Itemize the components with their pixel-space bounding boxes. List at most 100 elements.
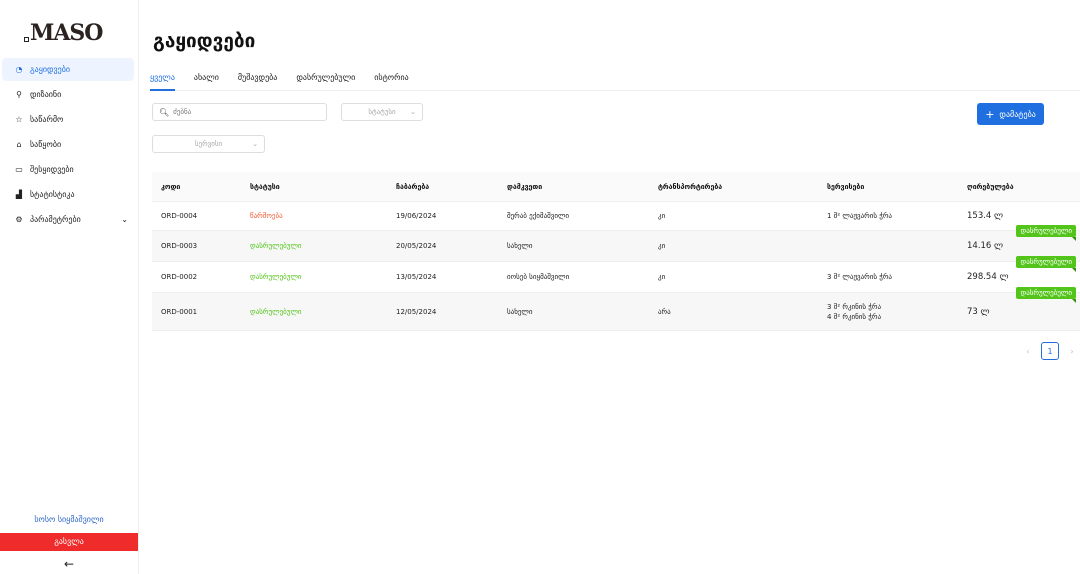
service-line: 1 მ² ლაჟვარის ჭრა <box>827 212 892 220</box>
order-transport: კი <box>658 273 666 281</box>
sidebar-item-purchases[interactable]: ▭ შესყიდვები <box>2 158 134 181</box>
col-header-transport[interactable]: ტრანსპორტირება <box>649 183 818 191</box>
order-code: ORD-0004 <box>161 212 198 220</box>
order-code: ORD-0003 <box>161 242 198 250</box>
order-status: დასრულებული <box>250 242 302 250</box>
order-customer: სახელი <box>507 307 533 316</box>
sidebar: MASO ◔ გაყიდვები ⚲ დიზაინი ☆ საწარმო ⌂ საწყობი ▭… <box>0 0 139 574</box>
col-header-delivery[interactable]: ჩაბარება <box>387 183 498 191</box>
sidebar-item-settings[interactable]: ⚙ პარამეტრები ⌄ <box>2 208 134 231</box>
pin-icon: ⚲ <box>16 90 22 99</box>
wallet-icon: ▭ <box>15 165 23 174</box>
chevron-down-icon: ⌄ <box>410 108 416 116</box>
add-order-button[interactable]: + დამატება <box>977 103 1044 125</box>
tab-history[interactable]: ისტორია <box>374 69 408 91</box>
brand-logo[interactable]: MASO <box>24 18 103 46</box>
page-title: გაყიდვები <box>153 30 256 52</box>
tab-new[interactable]: ახალი <box>194 69 219 91</box>
plus-icon: + <box>985 107 995 121</box>
sidebar-item-label: საწყობი <box>30 140 62 149</box>
sidebar-item-label: შესყიდვები <box>30 165 74 174</box>
order-transport: კი <box>658 212 666 220</box>
sidebar-item-label: გაყიდვები <box>30 65 70 74</box>
prev-page-icon[interactable]: ‹ <box>1019 347 1037 356</box>
sidebar-item-statistics[interactable]: ▟ სტატისტიკა <box>2 183 134 206</box>
sidebar-item-sales[interactable]: ◔ გაყიდვები <box>2 58 134 81</box>
order-code: ORD-0002 <box>161 273 198 281</box>
sidebar-item-label: დიზაინი <box>30 90 62 99</box>
status-ribbon: დასრულებული <box>1016 287 1076 303</box>
order-price: 14.16 ლ <box>967 241 1004 251</box>
chevron-down-icon: ⌄ <box>252 140 258 148</box>
sidebar-item-label: საწარმო <box>30 115 64 124</box>
order-services: 3 მ² ლაჟვარის ჭრა <box>818 272 958 282</box>
page-number[interactable]: 1 <box>1041 342 1059 360</box>
table-header: კოდი სტატუსი ჩაბარება დამკვეთი ტრანსპორტ… <box>152 172 1080 202</box>
tab-bar: ყველა ახალი მუშავდება დასრულებული ისტორია <box>150 69 1080 91</box>
order-delivery-date: 13/05/2024 <box>396 273 437 281</box>
tab-all[interactable]: ყველა <box>150 69 175 91</box>
col-header-status[interactable]: სტატუსი <box>241 183 387 191</box>
order-customer: შერაბ ექიმაშვილი <box>507 212 570 220</box>
next-page-icon[interactable]: › <box>1063 347 1080 356</box>
bar-chart-icon: ▟ <box>15 190 23 199</box>
order-transport: კი <box>658 242 666 250</box>
order-price: 153.4 ლ <box>967 211 1004 221</box>
order-services: 3 მ² რკინის ჭრა 4 მ² რკინის ჭრა <box>818 302 958 322</box>
order-customer: იოსებ სიყმაშვილი <box>507 273 570 281</box>
logo-mark <box>24 37 29 42</box>
sidebar-item-design[interactable]: ⚲ დიზაინი <box>2 83 134 106</box>
pagination: ‹ 1 › <box>1019 342 1080 360</box>
status-ribbon: დასრულებული <box>1016 225 1076 241</box>
main-content: გაყიდვები ყველა ახალი მუშავდება დასრულებული… <box>139 0 1080 574</box>
table-body: ORD-0004 წარმოება 19/06/2024 შერაბ ექიმაშვი… <box>152 202 1080 331</box>
collapse-sidebar-icon[interactable]: ← <box>0 557 138 571</box>
services-select[interactable]: სერვისი ⌄ <box>152 135 265 153</box>
status-select-placeholder: სტატუსი <box>368 108 396 116</box>
order-transport: არა <box>658 307 671 316</box>
search-box[interactable]: 🔍︎ <box>152 103 327 121</box>
table-row[interactable]: ORD-0002 დასრულებული 13/05/2024 იოსებ სიყმა… <box>152 256 1080 293</box>
tab-completed[interactable]: დასრულებული <box>296 69 355 91</box>
order-delivery-date: 12/05/2024 <box>396 307 437 316</box>
sidebar-nav: ◔ გაყიდვები ⚲ დიზაინი ☆ საწარმო ⌂ საწყობი ▭ შესყი… <box>0 58 138 233</box>
service-line: 3 მ² რკინის ჭრა <box>827 302 882 311</box>
star-icon: ☆ <box>15 115 23 124</box>
search-input[interactable] <box>173 108 314 116</box>
gear-icon: ⚙ <box>15 215 23 224</box>
col-header-code[interactable]: კოდი <box>152 183 241 191</box>
sidebar-item-label: სტატისტიკა <box>30 190 75 199</box>
pie-chart-icon: ◔ <box>15 65 23 74</box>
status-ribbon: დასრულებული <box>1016 256 1076 272</box>
order-code: ORD-0001 <box>161 307 198 316</box>
order-delivery-date: 20/05/2024 <box>396 242 437 250</box>
chevron-down-icon: ⌄ <box>121 215 128 224</box>
search-icon: 🔍︎ <box>159 107 170 117</box>
sidebar-item-production[interactable]: ☆ საწარმო <box>2 108 134 131</box>
order-status: წარმოება <box>250 212 283 220</box>
home-icon: ⌂ <box>16 140 22 149</box>
status-select[interactable]: სტატუსი ⌄ <box>341 103 423 121</box>
sidebar-item-label: პარამეტრები <box>30 215 81 224</box>
order-customer: სახელი <box>507 242 533 250</box>
col-header-customer[interactable]: დამკვეთი <box>498 183 649 191</box>
order-services: 1 მ² ლაჟვარის ჭრა <box>818 211 958 221</box>
services-select-placeholder: სერვისი <box>194 140 223 148</box>
col-header-price[interactable]: ღირებულება <box>958 183 1080 191</box>
add-button-label: დამატება <box>999 109 1036 119</box>
table-row[interactable]: ORD-0001 დასრულებული 12/05/2024 სახელი არა 3 … <box>152 287 1080 331</box>
service-line: 3 მ² ლაჟვარის ჭრა <box>827 273 892 281</box>
order-price: 298.54 ლ <box>967 272 1009 282</box>
table-row[interactable]: ORD-0004 წარმოება 19/06/2024 შერაბ ექიმაშვი… <box>152 202 1080 231</box>
sidebar-item-warehouse[interactable]: ⌂ საწყობი <box>2 133 134 156</box>
order-status: დასრულებული <box>250 273 302 281</box>
table-row[interactable]: ORD-0003 დასრულებული 20/05/2024 სახელი კი 14.… <box>152 225 1080 262</box>
logo-text: MASO <box>30 20 103 46</box>
service-line: 4 მ² რკინის ჭრა <box>827 312 882 321</box>
user-name-link[interactable]: სოსო სიყმაშვილი <box>0 515 138 524</box>
order-price: 73 ლ <box>967 306 990 317</box>
order-delivery-date: 19/06/2024 <box>396 212 437 220</box>
logout-button[interactable]: გასვლა <box>0 533 138 551</box>
tab-in-progress[interactable]: მუშავდება <box>238 69 277 91</box>
col-header-services[interactable]: სერვისები <box>818 183 958 191</box>
